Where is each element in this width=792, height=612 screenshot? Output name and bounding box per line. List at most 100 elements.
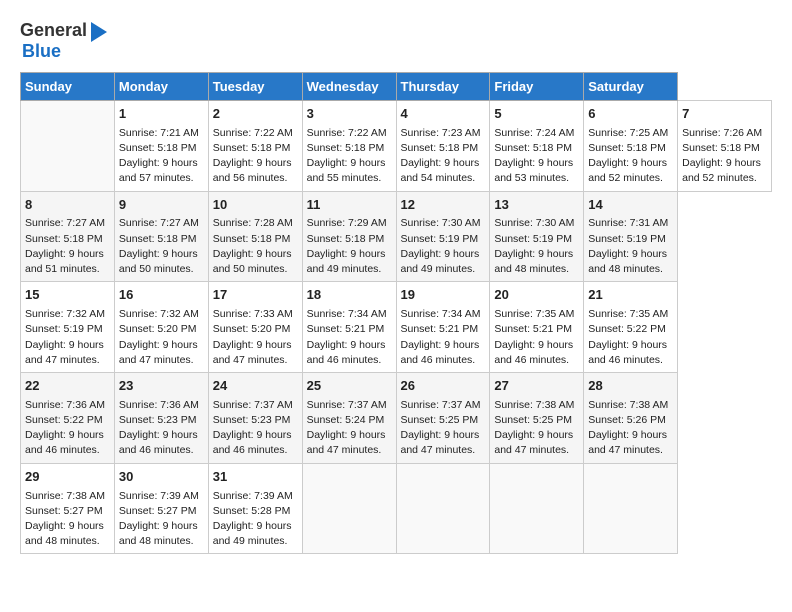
daylight: Daylight: 9 hours and 46 minutes. bbox=[494, 339, 573, 366]
daylight: Daylight: 9 hours and 46 minutes. bbox=[119, 429, 198, 456]
sunset: Sunset: 5:22 PM bbox=[25, 414, 103, 426]
sunset: Sunset: 5:21 PM bbox=[401, 323, 479, 335]
sunrise: Sunrise: 7:26 AM bbox=[682, 127, 762, 139]
day-number: 1 bbox=[119, 105, 204, 124]
sunset: Sunset: 5:18 PM bbox=[494, 142, 572, 154]
daylight: Daylight: 9 hours and 46 minutes. bbox=[401, 339, 480, 366]
calendar-cell: 30Sunrise: 7:39 AMSunset: 5:27 PMDayligh… bbox=[114, 463, 208, 554]
sunrise: Sunrise: 7:32 AM bbox=[25, 308, 105, 320]
daylight: Daylight: 9 hours and 50 minutes. bbox=[119, 248, 198, 275]
day-number: 16 bbox=[119, 286, 204, 305]
calendar-cell bbox=[302, 463, 396, 554]
sunrise: Sunrise: 7:37 AM bbox=[213, 399, 293, 411]
sunset: Sunset: 5:19 PM bbox=[588, 233, 666, 245]
sunrise: Sunrise: 7:38 AM bbox=[494, 399, 574, 411]
daylight: Daylight: 9 hours and 49 minutes. bbox=[401, 248, 480, 275]
calendar-cell: 29Sunrise: 7:38 AMSunset: 5:27 PMDayligh… bbox=[21, 463, 115, 554]
calendar-cell: 31Sunrise: 7:39 AMSunset: 5:28 PMDayligh… bbox=[208, 463, 302, 554]
calendar-cell: 3 Sunrise: 7:22 AM Sunset: 5:18 PM Daylight… bbox=[302, 100, 396, 191]
sunset: Sunset: 5:21 PM bbox=[307, 323, 385, 335]
daylight: Daylight: 9 hours and 51 minutes. bbox=[25, 248, 104, 275]
daylight: Daylight: 9 hours and 50 minutes. bbox=[213, 248, 292, 275]
sunrise: Sunrise: 7:22 AM bbox=[307, 127, 387, 139]
sunset: Sunset: 5:18 PM bbox=[213, 142, 291, 154]
sunset: Sunset: 5:18 PM bbox=[307, 142, 385, 154]
sunrise: Sunrise: 7:34 AM bbox=[401, 308, 481, 320]
day-number: 24 bbox=[213, 377, 298, 396]
calendar-cell: 11Sunrise: 7:29 AMSunset: 5:18 PMDayligh… bbox=[302, 191, 396, 282]
calendar-cell: 19Sunrise: 7:34 AMSunset: 5:21 PMDayligh… bbox=[396, 282, 490, 373]
day-number: 10 bbox=[213, 196, 298, 215]
sunrise: Sunrise: 7:37 AM bbox=[401, 399, 481, 411]
day-number: 30 bbox=[119, 468, 204, 487]
sunrise: Sunrise: 7:31 AM bbox=[588, 217, 668, 229]
sunset: Sunset: 5:18 PM bbox=[119, 142, 197, 154]
sunrise: Sunrise: 7:36 AM bbox=[25, 399, 105, 411]
daylight: Daylight: 9 hours and 47 minutes. bbox=[307, 429, 386, 456]
daylight: Daylight: 9 hours and 47 minutes. bbox=[25, 339, 104, 366]
calendar-table: SundayMondayTuesdayWednesdayThursdayFrid… bbox=[20, 72, 772, 555]
sunset: Sunset: 5:27 PM bbox=[25, 505, 103, 517]
calendar-cell: 22Sunrise: 7:36 AMSunset: 5:22 PMDayligh… bbox=[21, 372, 115, 463]
sunset: Sunset: 5:25 PM bbox=[494, 414, 572, 426]
daylight: Daylight: 9 hours and 47 minutes. bbox=[213, 339, 292, 366]
sunset: Sunset: 5:18 PM bbox=[401, 142, 479, 154]
weekday-header-wednesday: Wednesday bbox=[302, 72, 396, 100]
day-number: 21 bbox=[588, 286, 673, 305]
sunrise: Sunrise: 7:32 AM bbox=[119, 308, 199, 320]
sunset: Sunset: 5:26 PM bbox=[588, 414, 666, 426]
calendar-cell: 28Sunrise: 7:38 AMSunset: 5:26 PMDayligh… bbox=[584, 372, 678, 463]
daylight: Daylight: 9 hours and 53 minutes. bbox=[494, 157, 573, 184]
calendar-cell: 14Sunrise: 7:31 AMSunset: 5:19 PMDayligh… bbox=[584, 191, 678, 282]
weekday-header-monday: Monday bbox=[114, 72, 208, 100]
daylight: Daylight: 9 hours and 49 minutes. bbox=[307, 248, 386, 275]
daylight: Daylight: 9 hours and 46 minutes. bbox=[307, 339, 386, 366]
day-number: 8 bbox=[25, 196, 110, 215]
sunset: Sunset: 5:18 PM bbox=[213, 233, 291, 245]
sunset: Sunset: 5:20 PM bbox=[119, 323, 197, 335]
calendar-cell: 13Sunrise: 7:30 AMSunset: 5:19 PMDayligh… bbox=[490, 191, 584, 282]
daylight: Daylight: 9 hours and 47 minutes. bbox=[401, 429, 480, 456]
day-number: 25 bbox=[307, 377, 392, 396]
logo-arrow-icon bbox=[91, 22, 107, 42]
day-number: 4 bbox=[401, 105, 486, 124]
calendar-cell: 5Sunrise: 7:24 AMSunset: 5:18 PMDaylight… bbox=[490, 100, 584, 191]
daylight: Daylight: 9 hours and 55 minutes. bbox=[307, 157, 386, 184]
sunset: Sunset: 5:18 PM bbox=[25, 233, 103, 245]
sunset: Sunset: 5:18 PM bbox=[307, 233, 385, 245]
calendar-cell: 12Sunrise: 7:30 AMSunset: 5:19 PMDayligh… bbox=[396, 191, 490, 282]
sunset: Sunset: 5:23 PM bbox=[213, 414, 291, 426]
day-number: 12 bbox=[401, 196, 486, 215]
sunrise: Sunrise: 7:35 AM bbox=[588, 308, 668, 320]
weekday-header-friday: Friday bbox=[490, 72, 584, 100]
daylight: Daylight: 9 hours and 46 minutes. bbox=[213, 429, 292, 456]
day-number: 23 bbox=[119, 377, 204, 396]
day-number: 7 bbox=[682, 105, 767, 124]
sunrise: Sunrise: 7:25 AM bbox=[588, 127, 668, 139]
sunrise: Sunrise: 7:30 AM bbox=[401, 217, 481, 229]
sunset: Sunset: 5:18 PM bbox=[588, 142, 666, 154]
sunrise: Sunrise: 7:27 AM bbox=[25, 217, 105, 229]
sunrise: Sunrise: 7:30 AM bbox=[494, 217, 574, 229]
day-number: 5 bbox=[494, 105, 579, 124]
day-number: 15 bbox=[25, 286, 110, 305]
sunset: Sunset: 5:20 PM bbox=[213, 323, 291, 335]
sunrise: Sunrise: 7:36 AM bbox=[119, 399, 199, 411]
calendar-cell: 20Sunrise: 7:35 AMSunset: 5:21 PMDayligh… bbox=[490, 282, 584, 373]
sunrise: Sunrise: 7:22 AM bbox=[213, 127, 293, 139]
sunrise: Sunrise: 7:21 AM bbox=[119, 127, 199, 139]
calendar-cell: 21Sunrise: 7:35 AMSunset: 5:22 PMDayligh… bbox=[584, 282, 678, 373]
daylight: Daylight: 9 hours and 47 minutes. bbox=[588, 429, 667, 456]
weekday-header-saturday: Saturday bbox=[584, 72, 678, 100]
daylight: Daylight: 9 hours and 54 minutes. bbox=[401, 157, 480, 184]
day-number: 20 bbox=[494, 286, 579, 305]
sunset: Sunset: 5:18 PM bbox=[119, 233, 197, 245]
calendar-cell: 8 Sunrise: 7:27 AM Sunset: 5:18 PM Daylight… bbox=[21, 191, 115, 282]
calendar-cell: 7Sunrise: 7:26 AMSunset: 5:18 PMDaylight… bbox=[678, 100, 772, 191]
daylight: Daylight: 9 hours and 52 minutes. bbox=[588, 157, 667, 184]
day-number: 3 bbox=[307, 105, 392, 124]
daylight: Daylight: 9 hours and 47 minutes. bbox=[494, 429, 573, 456]
calendar-cell: 25Sunrise: 7:37 AMSunset: 5:24 PMDayligh… bbox=[302, 372, 396, 463]
sunrise: Sunrise: 7:39 AM bbox=[119, 490, 199, 502]
sunset: Sunset: 5:19 PM bbox=[494, 233, 572, 245]
